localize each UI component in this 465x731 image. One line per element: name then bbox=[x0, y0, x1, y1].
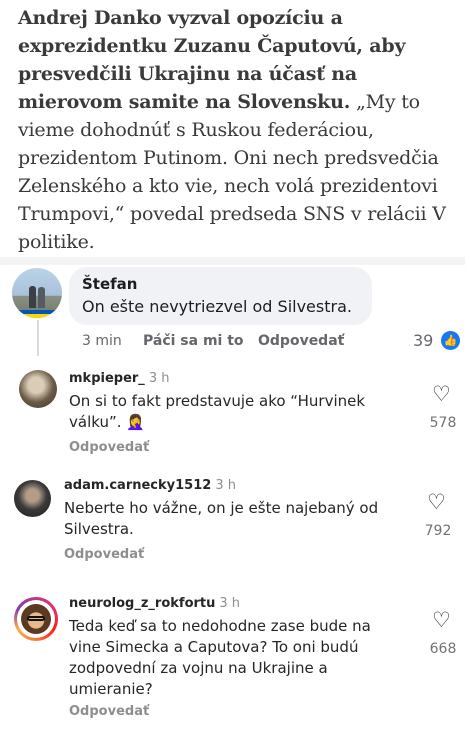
avatar[interactable] bbox=[14, 597, 58, 641]
like-count: 668 bbox=[429, 641, 457, 657]
heart-icon[interactable]: ♡ bbox=[427, 492, 446, 513]
heart-icon[interactable]: ♡ bbox=[432, 384, 451, 405]
comment-timestamp: 3 h bbox=[215, 478, 236, 493]
commenter-name[interactable]: Štefan bbox=[82, 275, 359, 294]
avatar[interactable] bbox=[19, 370, 57, 408]
thread-line bbox=[37, 320, 39, 356]
comment-text: Neberte ho vážne, on je ešte najebaný od… bbox=[64, 499, 379, 538]
post-headline: Andrej Danko vyzval opozíciu a exprezide… bbox=[18, 7, 406, 113]
comment-bubble: Štefan On ešte nevytriezvel od Silvestra… bbox=[69, 267, 372, 325]
reply-button[interactable]: Odpovedať bbox=[69, 440, 149, 455]
heart-icon[interactable]: ♡ bbox=[432, 610, 451, 631]
reply-button[interactable]: Odpovedať bbox=[258, 333, 344, 349]
comment-username[interactable]: mkpieper_ 3 h bbox=[69, 371, 169, 386]
comment-username[interactable]: neurolog_z_rokfortu 3 h bbox=[69, 596, 240, 611]
thumbs-up-icon: 👍 bbox=[441, 331, 460, 350]
comment-timestamp: 3 h bbox=[148, 371, 170, 386]
reply-button[interactable]: Odpovedať bbox=[69, 704, 149, 719]
reaction-count[interactable]: 39 bbox=[413, 331, 433, 350]
post-text: Andrej Danko vyzval opozíciu a exprezide… bbox=[18, 4, 458, 256]
comment-text: Teda keď sa to nedohodne zase bude na vi… bbox=[69, 617, 371, 698]
avatar[interactable] bbox=[14, 480, 51, 517]
comment-text: On si to fakt predstavuje ako “Hurvinek … bbox=[69, 392, 366, 431]
comment-username[interactable]: adam.carnecky1512 3 h bbox=[64, 478, 236, 493]
section-divider bbox=[0, 257, 465, 265]
comment-timestamp: 3 h bbox=[219, 596, 241, 611]
comment-text: On ešte nevytriezvel od Silvestra. bbox=[82, 297, 352, 316]
like-button[interactable]: Páči sa mi to bbox=[143, 333, 244, 349]
post-body: „My to vieme dohodnúť s Ruskou federácio… bbox=[18, 91, 446, 253]
like-count: 792 bbox=[424, 523, 452, 539]
comment-timestamp: 3 min bbox=[82, 333, 122, 349]
avatar[interactable] bbox=[12, 268, 62, 318]
like-count: 578 bbox=[429, 415, 457, 431]
reply-button[interactable]: Odpovedať bbox=[64, 547, 144, 562]
